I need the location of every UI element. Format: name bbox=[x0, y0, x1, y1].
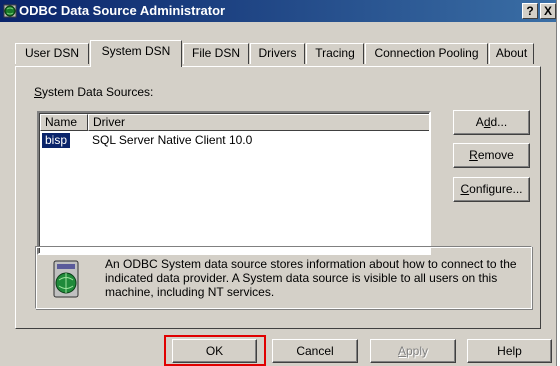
list-item[interactable]: bisp SQL Server Native Client 10.0 bbox=[40, 132, 428, 149]
add-button[interactable]: Add... bbox=[453, 110, 530, 135]
system-dsn-panel: System Data Sources: Name Driver bisp SQ… bbox=[15, 66, 541, 329]
info-box: An ODBC System data source stores inform… bbox=[35, 246, 532, 309]
tab-about[interactable]: About bbox=[489, 43, 534, 64]
tab-user-dsn[interactable]: User DSN bbox=[15, 43, 89, 64]
remove-button[interactable]: Remove bbox=[453, 143, 530, 168]
odbc-dialog: ODBC Data Source Administrator ? X User … bbox=[0, 0, 557, 366]
configure-label-rest: onfigure... bbox=[469, 182, 523, 196]
close-caption-button[interactable]: X bbox=[540, 3, 556, 19]
tab-file-dsn[interactable]: File DSN bbox=[183, 43, 249, 64]
data-sources-list[interactable]: Name Driver bisp SQL Server Native Clien… bbox=[37, 111, 431, 255]
apply-button[interactable]: Apply bbox=[370, 339, 456, 363]
add-label-a: A bbox=[475, 115, 484, 129]
apply-label-accel: A bbox=[397, 344, 406, 358]
system-data-sources-label: System Data Sources: bbox=[34, 85, 153, 99]
server-globe-icon bbox=[50, 260, 82, 298]
tab-connection-pooling[interactable]: Connection Pooling bbox=[365, 43, 488, 64]
column-header-driver[interactable]: Driver bbox=[88, 114, 429, 131]
add-label-rest: d... bbox=[490, 115, 508, 129]
add-label-accel: d bbox=[483, 115, 491, 129]
apply-label-rest: pply bbox=[406, 344, 429, 358]
configure-label-accel: C bbox=[460, 182, 470, 196]
info-description: An ODBC System data source stores inform… bbox=[105, 257, 517, 299]
window-title: ODBC Data Source Administrator bbox=[19, 3, 226, 18]
cancel-button[interactable]: Cancel bbox=[272, 339, 358, 363]
list-header: Name Driver bbox=[40, 114, 429, 131]
title-bar[interactable]: ODBC Data Source Administrator ? X bbox=[0, 0, 556, 22]
remove-label-rest: emove bbox=[477, 148, 514, 162]
help-caption-button[interactable]: ? bbox=[522, 3, 538, 19]
label-accel-key: S bbox=[34, 85, 43, 99]
list-item-driver: SQL Server Native Client 10.0 bbox=[92, 133, 253, 147]
list-item-name[interactable]: bisp bbox=[40, 132, 72, 149]
label-text: ystem Data Sources: bbox=[42, 85, 154, 99]
tab-tracing[interactable]: Tracing bbox=[306, 43, 364, 64]
tab-drivers[interactable]: Drivers bbox=[250, 43, 305, 64]
column-header-name[interactable]: Name bbox=[40, 114, 88, 131]
remove-label-accel: R bbox=[469, 148, 478, 162]
configure-button[interactable]: Configure... bbox=[453, 177, 530, 202]
tab-system-dsn[interactable]: System DSN bbox=[90, 40, 182, 67]
odbc-globe-icon bbox=[2, 3, 18, 19]
ok-highlight-box bbox=[164, 335, 266, 366]
help-button[interactable]: Help bbox=[467, 339, 552, 363]
